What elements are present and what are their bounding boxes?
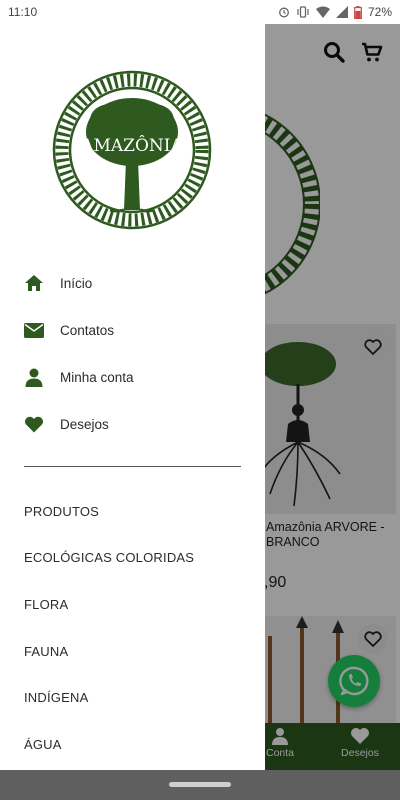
menu-item-label: Desejos (60, 416, 109, 432)
system-navigation-bar (0, 770, 400, 800)
signal-icon (335, 6, 348, 18)
envelope-icon (24, 320, 44, 340)
brand-logo: AMAZÔNIA (52, 70, 212, 230)
category-item[interactable]: FLORA (24, 597, 254, 612)
menu-item-label: Início (60, 275, 93, 291)
alarm-icon (279, 7, 289, 18)
home-icon (24, 273, 44, 293)
home-gesture-handle[interactable] (169, 782, 231, 787)
category-item[interactable]: INDÍGENA (24, 690, 254, 705)
vibrate-icon (297, 6, 309, 18)
status-icons: 72% (278, 5, 392, 19)
navigation-drawer: AMAZÔNIA Início Contatos Minha conta Des… (0, 24, 265, 770)
menu-item-inicio[interactable]: Início (0, 261, 265, 305)
drawer-divider (24, 466, 241, 467)
user-icon (24, 367, 44, 387)
wifi-icon (315, 6, 330, 18)
heart-icon (24, 414, 44, 434)
menu-item-desejos[interactable]: Desejos (0, 402, 265, 446)
category-item[interactable]: ECOLÓGICAS COLORIDAS (24, 550, 254, 565)
menu-item-label: Contatos (60, 322, 115, 338)
battery-percent: 72% (367, 5, 392, 19)
status-time: 11:10 (8, 5, 38, 19)
category-item[interactable]: ÁGUA (24, 737, 254, 752)
menu-item-label: Minha conta (60, 369, 134, 385)
brand-logo-text: AMAZÔNIA (80, 135, 183, 156)
menu-item-minha-conta[interactable]: Minha conta (0, 355, 265, 399)
menu-item-contatos[interactable]: Contatos (0, 308, 265, 352)
battery-icon (354, 5, 362, 19)
status-bar: 11:10 72% (0, 0, 400, 24)
category-item[interactable]: FAUNA (24, 644, 254, 659)
category-item[interactable]: PRODUTOS (24, 504, 254, 519)
